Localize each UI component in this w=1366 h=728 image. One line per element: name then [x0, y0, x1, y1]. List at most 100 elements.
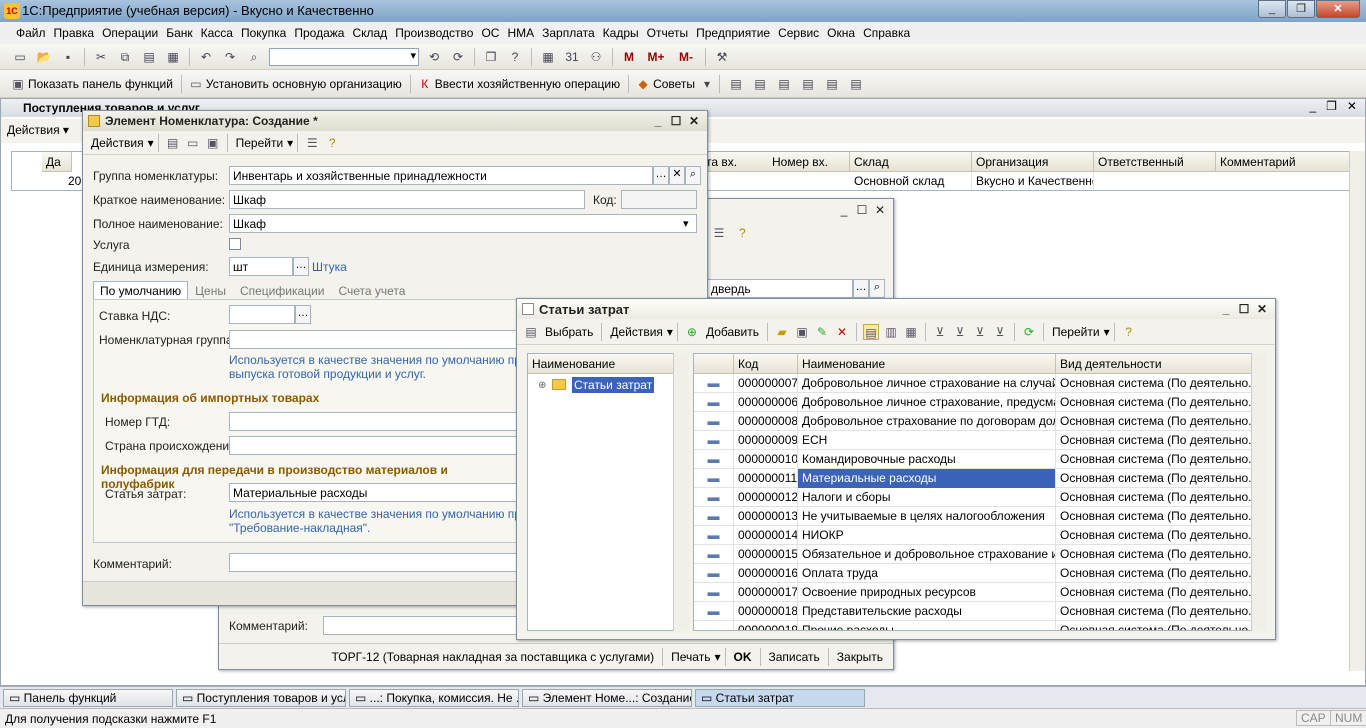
report3-icon[interactable]: ▤ — [774, 75, 794, 93]
table-row[interactable]: ▬ 000000009 ЕСН Основная система (По деятел… — [694, 431, 1266, 450]
search-icon[interactable]: ⌕ — [244, 48, 264, 66]
list-col-activity[interactable]: Вид деятельности — [1056, 354, 1252, 374]
docs-col-date[interactable]: Да — [42, 152, 72, 172]
tree-header[interactable]: Наименование — [528, 354, 686, 374]
table-row[interactable]: ▬ 000000017 Освоение природных ресурсов Осн… — [694, 583, 1266, 602]
element-max-icon[interactable]: ☐ — [667, 113, 685, 129]
cut-icon[interactable]: ✂ — [91, 48, 111, 66]
table-row[interactable]: ▬ 000000013 Не учитываемые в целях налогоо… — [694, 507, 1266, 526]
memory-plus-button[interactable]: M+ — [643, 48, 669, 66]
doc-partner-field[interactable]: двердь — [707, 279, 853, 298]
element-help-icon[interactable]: ? — [324, 135, 340, 151]
element-goto-button[interactable]: Перейти — [232, 136, 288, 150]
tips-dropdown-icon[interactable]: ▾ — [701, 75, 713, 93]
docs-col-resp[interactable]: Ответственный — [1094, 152, 1216, 172]
gtd-field[interactable] — [229, 412, 521, 431]
mark-delete-icon[interactable]: ✕ — [834, 324, 850, 340]
list-col-name[interactable]: Наименование — [798, 354, 1056, 374]
table-row[interactable]: ▬ 000000007 Добровольное личное страховани… — [694, 374, 1266, 393]
code-field[interactable] — [621, 190, 697, 209]
tab-accounts[interactable]: Счета учета — [331, 281, 412, 301]
report2-icon[interactable]: ▤ — [750, 75, 770, 93]
level-up-icon[interactable]: ▥ — [883, 324, 899, 340]
vat-field[interactable] — [229, 305, 295, 324]
table-row[interactable]: ▬ 000000012 Налоги и сборы Основная система… — [694, 488, 1266, 507]
calculator-icon[interactable]: ▦ — [538, 48, 558, 66]
paste-icon[interactable]: ▤ — [139, 48, 159, 66]
report4-icon[interactable]: ▤ — [798, 75, 818, 93]
tree-root-item[interactable]: Статьи затрат — [572, 377, 655, 393]
menu-item[interactable]: Банк — [166, 26, 192, 40]
docs-col-comment[interactable]: Комментарий — [1216, 152, 1354, 172]
docs-col-datein[interactable]: та вх. — [702, 152, 772, 172]
hierarchy-icon[interactable]: ▤ — [863, 323, 879, 340]
filter-clear-icon[interactable]: ⊻ — [992, 324, 1008, 340]
doc-partner-search-icon[interactable]: ⌕ — [869, 279, 885, 298]
element-save-icon[interactable]: ▭ — [185, 135, 201, 151]
tab-defaults[interactable]: По умолчанию — [93, 281, 189, 301]
docs-col-warehouse[interactable]: Склад — [850, 152, 972, 172]
doc-max-icon[interactable]: ☐ — [853, 202, 871, 218]
docs-actions-button[interactable]: Действия — [7, 123, 60, 137]
table-row[interactable]: ▬ 000000015 Обязательное и добровольное ст… — [694, 545, 1266, 564]
group-search-icon[interactable]: ⌕ — [685, 166, 701, 185]
docs-col-org[interactable]: Организация — [972, 152, 1094, 172]
table-row[interactable]: ▬ 000000008 Добровольное страхование по до… — [694, 412, 1266, 431]
doc-min-icon[interactable]: _ — [835, 202, 853, 218]
menu-item[interactable]: Окна — [827, 26, 855, 40]
table-row[interactable]: ▬ 000000010 Командировочные расходы Основна… — [694, 450, 1266, 469]
tree-scrollbar[interactable] — [673, 353, 689, 631]
copy-row-icon[interactable]: ▣ — [794, 324, 810, 340]
taskbar-item[interactable]: ▭ Панель функций — [3, 688, 173, 707]
tree-expand-icon[interactable]: ⊕ — [538, 380, 546, 391]
add-button[interactable]: Добавить — [702, 325, 763, 339]
cost-item-field[interactable]: Материальные расходы — [229, 483, 521, 502]
taskbar-item[interactable]: ▭ Элемент Номе...: Создание * — [522, 688, 692, 707]
find-next-icon[interactable]: ⟲ — [424, 48, 444, 66]
menu-item[interactable]: Касса — [201, 26, 233, 40]
cost-help-icon[interactable]: ? — [1121, 324, 1137, 340]
menu-item[interactable]: Отчеты — [647, 26, 688, 40]
search-input[interactable] — [269, 47, 419, 66]
users-icon[interactable]: ⚇ — [586, 48, 606, 66]
group-field[interactable]: Инвентарь и хозяйственные принадлежности — [229, 166, 653, 185]
unit-select-button[interactable]: … — [293, 257, 309, 276]
menu-item[interactable]: Предприятие — [696, 26, 770, 40]
doc-list-icon[interactable]: ☰ — [711, 225, 727, 241]
taskbar-item[interactable]: ▭ Поступления товаров и услуг — [176, 688, 346, 707]
filter-value-icon[interactable]: ⊻ — [952, 324, 968, 340]
undo-icon[interactable]: ↶ — [196, 48, 216, 66]
cost-list[interactable]: Код Наименование Вид деятельности ▬ 00000… — [693, 353, 1267, 631]
show-panel-button[interactable]: Показать панель функций — [28, 77, 173, 91]
group-clear-icon[interactable]: ✕ — [669, 166, 685, 185]
element-actions-button[interactable]: Действия — [87, 136, 148, 150]
menu-item[interactable]: Правка — [54, 26, 95, 40]
full-name-field[interactable]: Шкаф — [229, 214, 697, 233]
torg12-button[interactable]: ТОРГ-12 (Товарная накладная за поставщик… — [327, 650, 658, 664]
filter-icon[interactable]: ⊻ — [932, 324, 948, 340]
enter-operation-button[interactable]: Ввести хозяйственную операцию — [435, 77, 620, 91]
menu-item[interactable]: Продажа — [294, 26, 344, 40]
minimize-icon[interactable]: _ — [1258, 0, 1286, 18]
menu-item[interactable]: Кадры — [603, 26, 639, 40]
menu-item[interactable]: Зарплата — [542, 26, 595, 40]
cost-max-icon[interactable]: ☐ — [1235, 301, 1253, 317]
tab-prices[interactable]: Цены — [188, 281, 233, 301]
list-scrollbar[interactable] — [1251, 353, 1267, 631]
doc-close-icon[interactable]: ✕ — [871, 202, 889, 218]
menu-item[interactable]: Производство — [395, 26, 473, 40]
docs-scrollbar[interactable] — [1349, 151, 1365, 671]
save-icon[interactable]: ▪ — [58, 48, 78, 66]
close-icon[interactable]: ✕ — [1316, 0, 1360, 18]
edit-icon[interactable]: ✎ — [814, 324, 830, 340]
unit-field[interactable]: шт — [229, 257, 293, 276]
tab-specs[interactable]: Спецификации — [233, 281, 331, 301]
open-icon[interactable]: 📂 — [34, 48, 54, 66]
table-row[interactable]: ▬ 000000014 НИОКР Основная система (По деят… — [694, 526, 1266, 545]
vat-select-button[interactable]: … — [295, 305, 311, 324]
taskbar-item[interactable]: ▭ Статьи затрат — [695, 688, 865, 707]
new-doc-icon[interactable]: ▭ — [10, 48, 30, 66]
menu-item[interactable]: Покупка — [241, 26, 286, 40]
cost-goto-button[interactable]: Перейти — [1048, 325, 1104, 339]
menu-item[interactable]: Склад — [352, 26, 387, 40]
